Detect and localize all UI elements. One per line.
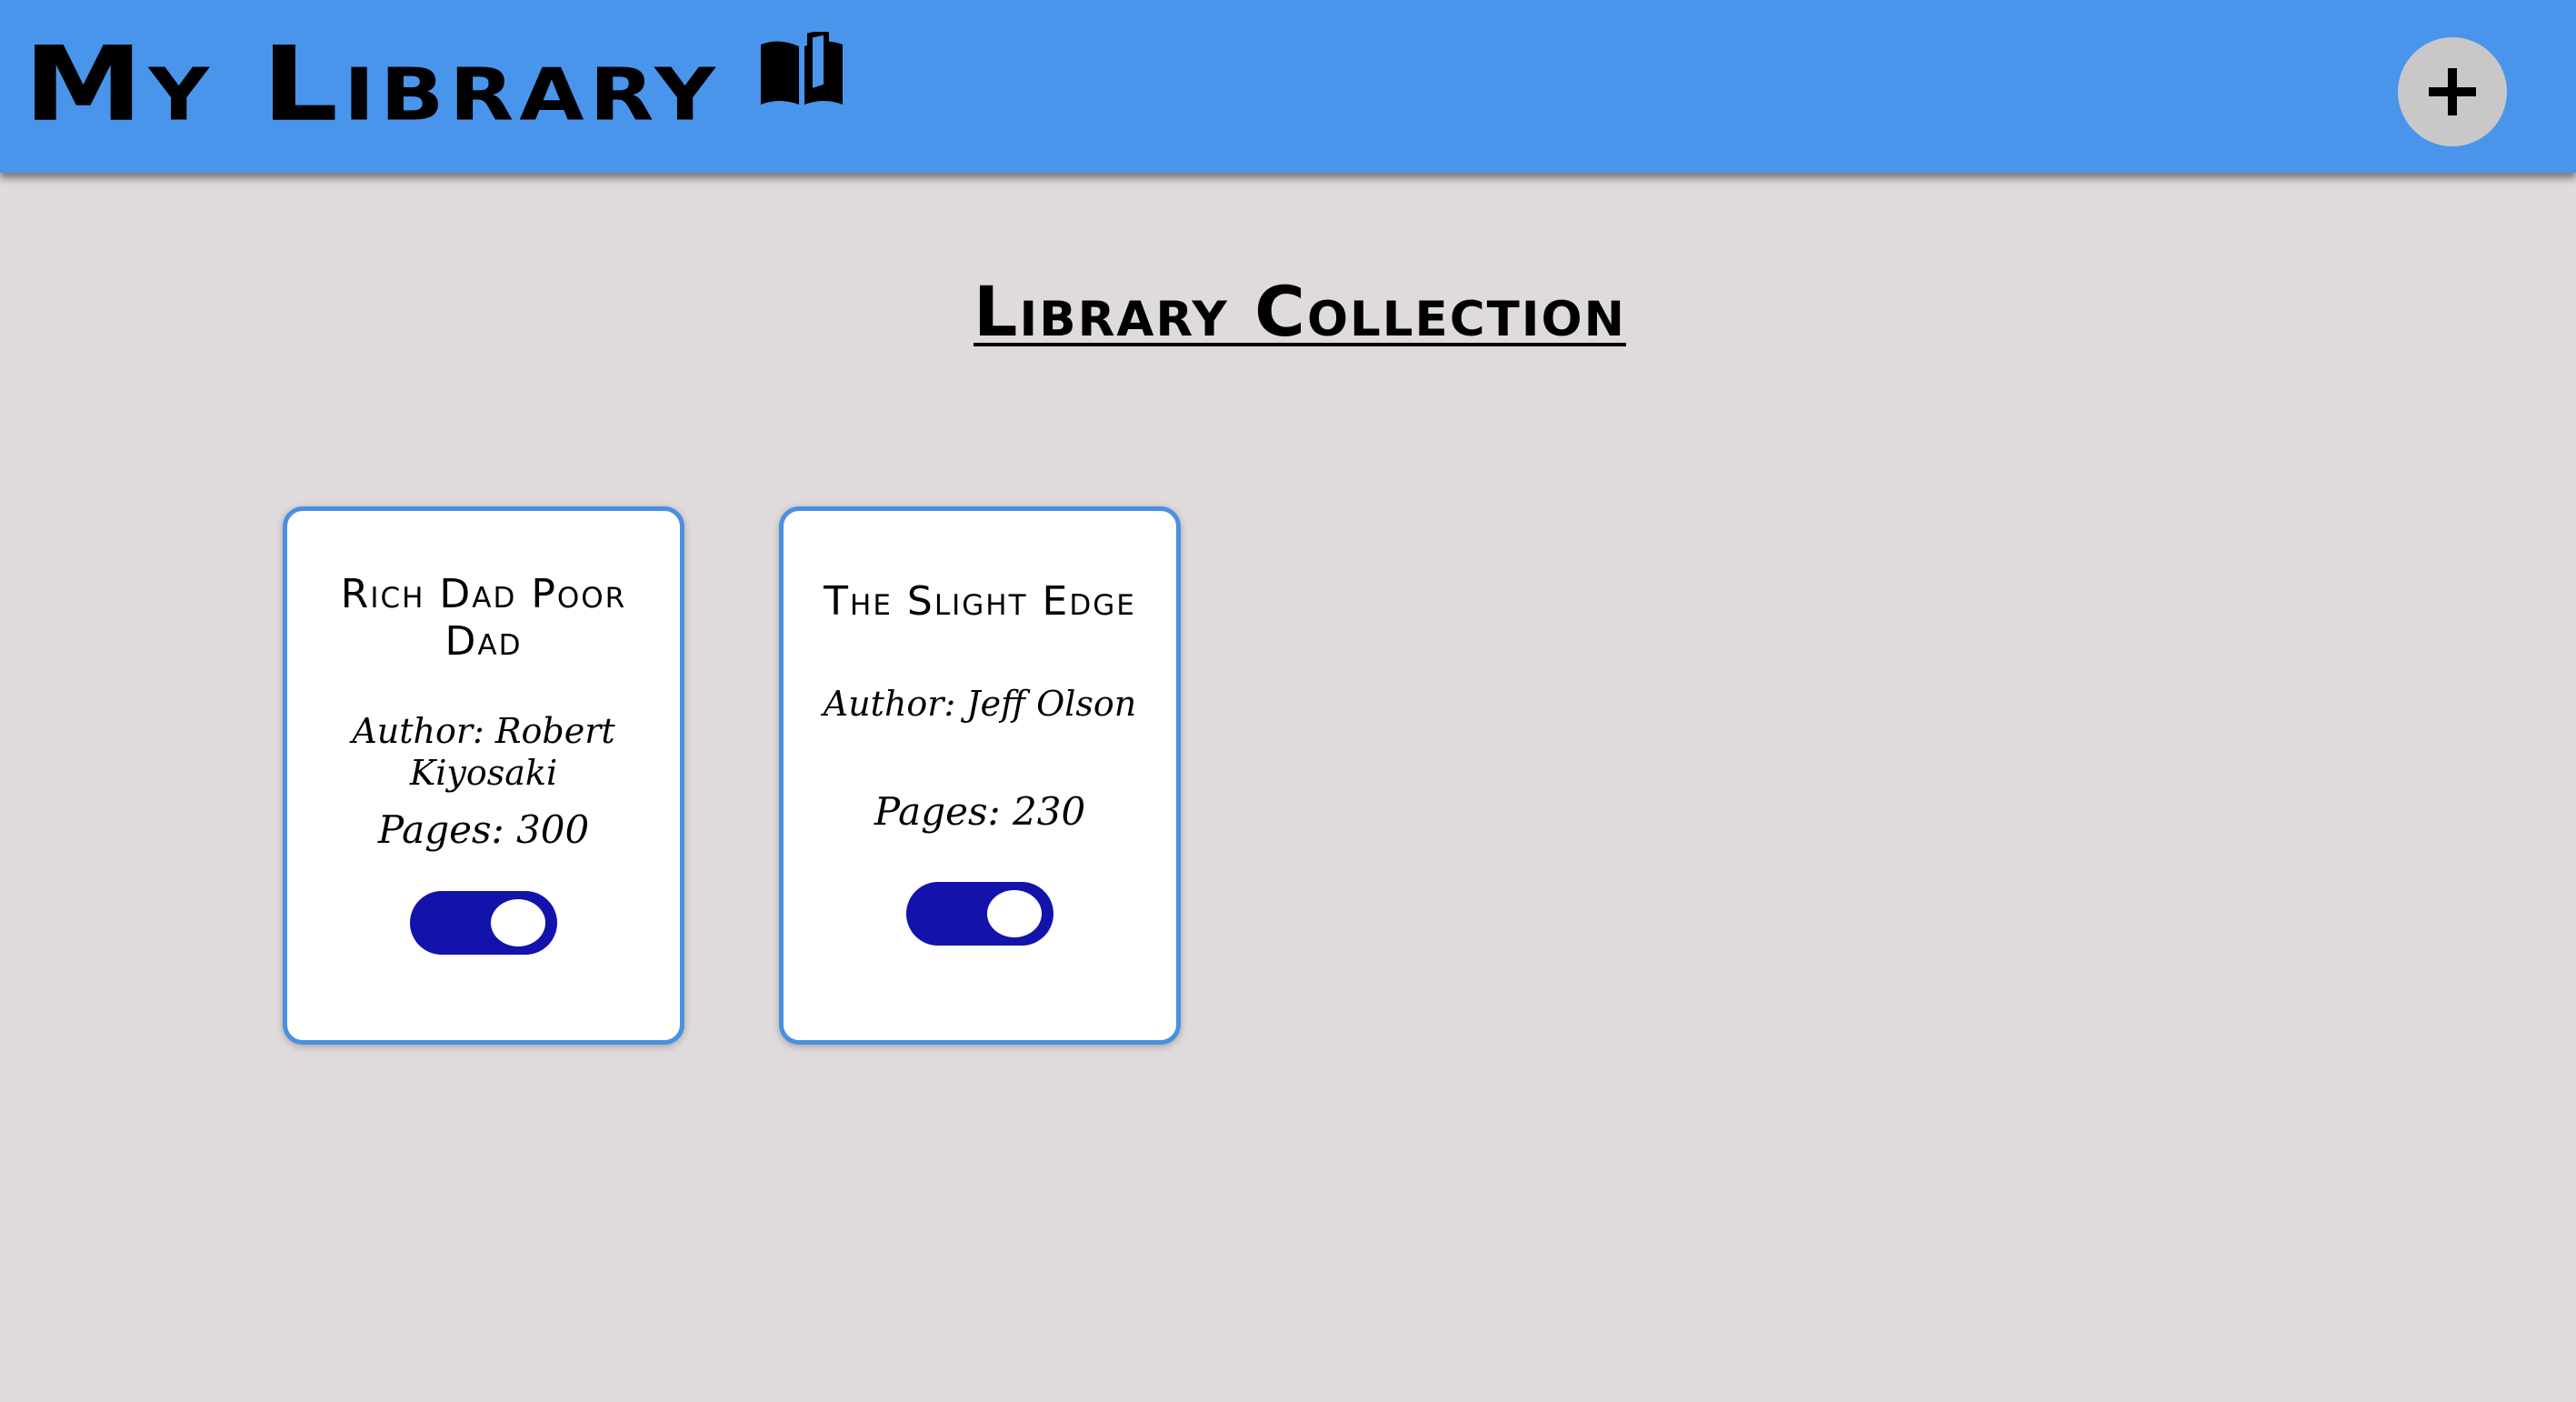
app-header: My Library (0, 0, 2576, 173)
library-collection-heading: Library Collection (973, 270, 1626, 352)
plus-icon (2429, 68, 2476, 115)
brand: My Library (24, 25, 844, 144)
book-author: Author: Jeff Olson (823, 684, 1137, 724)
read-status-toggle[interactable] (906, 882, 1053, 946)
toggle-knob (987, 890, 1042, 937)
book-card: Rich Dad Poor Dad Author: Robert Kiyosak… (283, 506, 684, 1045)
app-title: My Library (24, 24, 721, 145)
open-book-icon (760, 32, 843, 105)
read-status-toggle[interactable] (410, 891, 557, 955)
book-pages: Pages: 230 (874, 789, 1086, 834)
book-pages: Pages: 300 (377, 807, 590, 852)
toggle-knob (491, 899, 545, 946)
book-author: Author: Robert Kiyosaki (352, 711, 615, 793)
add-book-button[interactable] (2398, 37, 2507, 146)
book-card: The Slight Edge Author: Jeff Olson Pages… (779, 506, 1181, 1045)
book-title: The Slight Edge (824, 578, 1136, 625)
book-title: Rich Dad Poor Dad (340, 571, 627, 665)
